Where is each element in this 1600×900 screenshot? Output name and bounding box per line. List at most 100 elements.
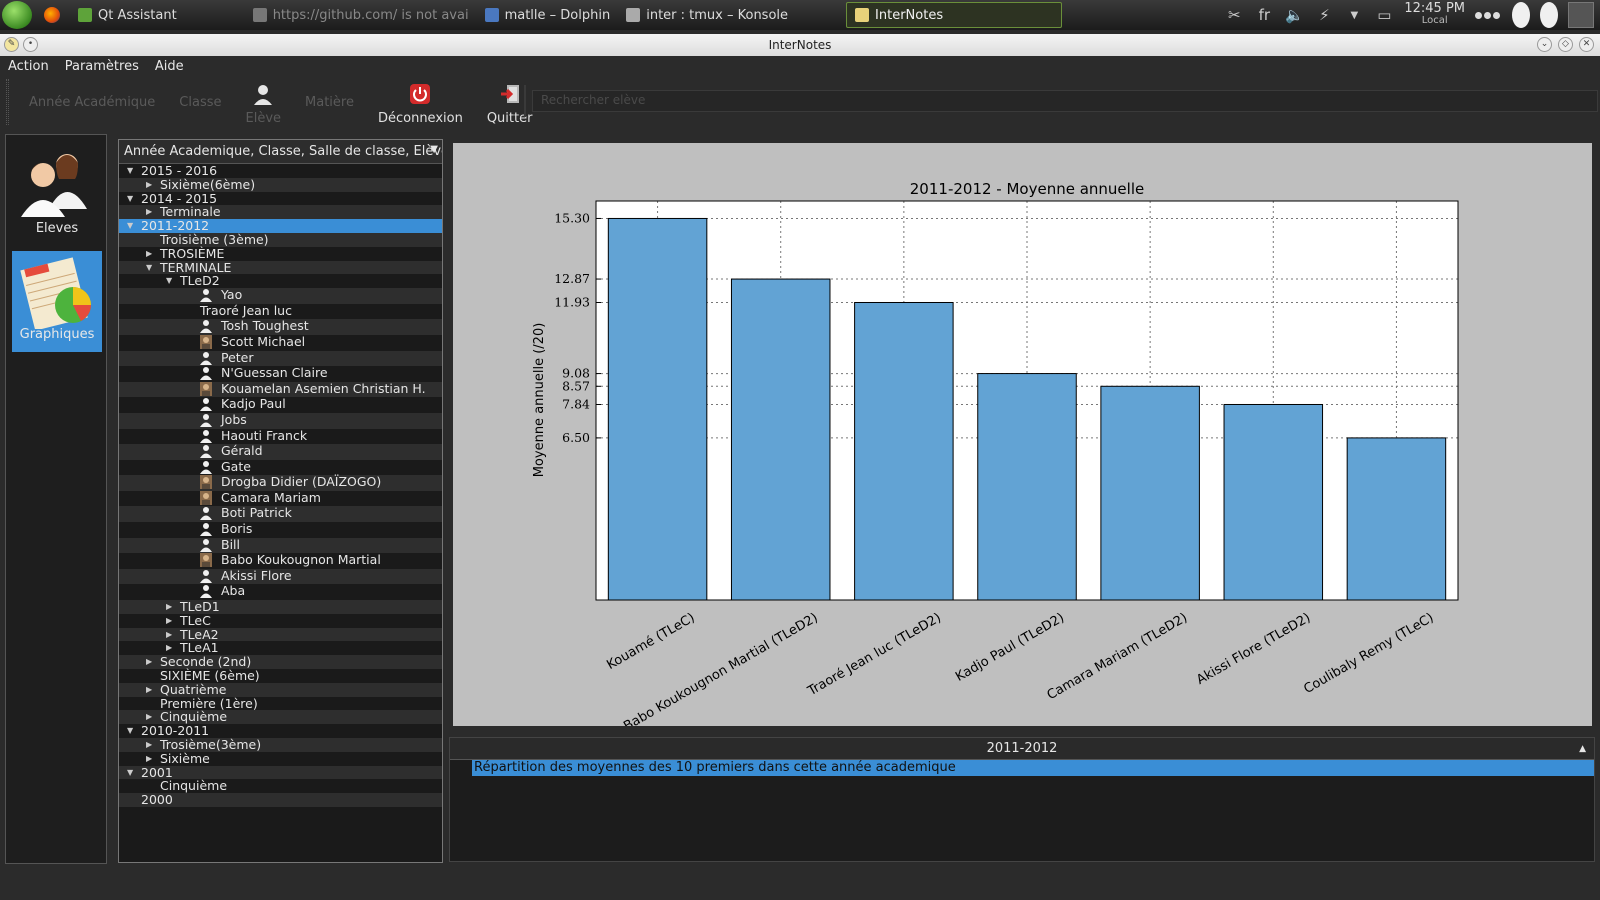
tree-node-row[interactable]: ▶ Terminale [119,205,442,220]
keyboard-layout-indicator[interactable]: fr [1254,6,1274,24]
search-input[interactable]: Rechercher elève [532,90,1598,112]
show-desktop-icon[interactable] [1568,2,1594,28]
tree-student-row[interactable]: Aba [119,584,442,600]
desktop-pager-2[interactable] [1540,2,1558,28]
collapse-arrow-icon[interactable]: ▼ [166,274,172,288]
tree-student-row[interactable]: Boris [119,522,442,538]
toolbar-grip[interactable] [6,79,9,125]
tree-node-row[interactable]: ▶ TLeC [119,613,442,628]
expand-arrow-icon[interactable]: ▶ [166,614,172,628]
collapse-arrow-icon[interactable]: ▼ [127,724,133,738]
tree-student-row[interactable]: Kadjo Paul [119,397,442,413]
expand-arrow-icon[interactable]: ▶ [166,600,172,614]
tree-student-row[interactable]: Kouamelan Asemien Christian H. [119,381,442,398]
tree-student-row[interactable]: Haouti Franck [119,428,442,445]
tray-expand-icon[interactable]: ▼ [1344,10,1364,21]
task-2[interactable]: matlle – Dolphin [477,2,619,28]
menu-parametres[interactable]: Paramètres [65,59,139,74]
expand-arrow-icon[interactable]: ▶ [166,628,172,642]
tree-node-row[interactable]: Troisième (3ème) [119,232,442,247]
tree-student-row[interactable]: N'Guessan Claire [119,366,442,382]
tree-student-row[interactable]: Akissi Flore [119,568,442,585]
tree-student-row[interactable]: Gate [119,459,442,476]
tree-student-row[interactable]: Yao [119,288,442,304]
collapse-arrow-icon[interactable]: ▼ [127,192,133,206]
firefox-icon[interactable] [44,7,60,23]
window-menu-icon[interactable]: ✎ [4,37,19,52]
tree-node-row[interactable]: 2000 [119,793,442,807]
expand-arrow-icon[interactable]: ▶ [146,247,152,261]
collapse-arrow-icon[interactable]: ▼ [127,219,133,233]
tree-node-row[interactable]: ▼ TERMINALE [119,260,442,275]
task-0[interactable]: Qt Assistant [70,2,185,28]
expand-arrow-icon[interactable]: ▶ [146,752,152,766]
tree-node-row[interactable]: ▼ TLeD2 [119,274,442,288]
task-4[interactable]: InterNotes [846,2,1063,28]
window-pin-icon[interactable]: • [23,37,38,52]
tree-student-row[interactable]: Traoré Jean luc [119,303,442,320]
minimize-icon[interactable]: ⌄ [1537,37,1552,52]
expand-arrow-icon[interactable]: ▶ [146,683,152,697]
tree-node-row[interactable]: ▼ 2014 - 2015 [119,191,442,206]
tree-view[interactable]: ▼ 2015 - 2016 ▶ Sixième(6ème) ▼ 2014 - 2015 ▶ T… [119,164,442,807]
graphiques-nav-item[interactable]: Graphiques [12,251,102,352]
more-icon[interactable] [1475,8,1502,23]
tree-node-row[interactable]: ▶ TROSIÈME [119,246,442,261]
collapse-arrow-icon[interactable]: ▼ [146,261,152,275]
volume-icon[interactable]: 🔈 [1284,6,1304,24]
menu-aide[interactable]: Aide [155,59,184,74]
expand-arrow-icon[interactable]: ▶ [146,655,152,669]
tree-student-row[interactable]: Drogba Didier (DAÏZOGO) [119,475,442,491]
application-launcher-icon[interactable] [2,1,32,29]
tools-icon[interactable]: ✂ [1224,6,1244,24]
tree-student-row[interactable]: Gérald [119,444,442,460]
tree-node-row[interactable]: ▼ 2001 [119,765,442,780]
battery-icon[interactable]: ▭ [1374,6,1394,24]
tree-student-row[interactable]: Boti Patrick [119,506,442,523]
tree-header[interactable]: Année Academique, Classe, Salle de class… [119,140,442,164]
tree-node-row[interactable]: SIXIÈME (6ème) [119,669,442,683]
tree-node-row[interactable]: ▶ Trosième(3ème) [119,738,442,752]
tree-node-row[interactable]: Cinquième [119,779,442,793]
chart-list-item[interactable]: Répartition des moyennes des 10 premiers… [472,760,1594,776]
tree-student-row[interactable]: Tosh Toughest [119,319,442,335]
clock[interactable]: 12:45 PM Local [1404,2,1465,27]
year-combobox[interactable]: 2011-2012 ▲ [450,738,1594,760]
task-3[interactable]: inter : tmux – Konsole [618,2,796,28]
maximize-icon[interactable]: ◇ [1558,37,1573,52]
tree-node-row[interactable]: ▼ 2010-2011 [119,724,442,738]
tree-node-row[interactable]: ▶ TLeD1 [119,600,442,614]
tree-student-row[interactable]: Camara Mariam [119,490,442,507]
tree-node-row[interactable]: ▶ Seconde (2nd) [119,655,442,670]
tree-node-row[interactable]: ▶ Cinquième [119,710,442,725]
tree-node-row[interactable]: ▶ Sixième [119,751,442,766]
tree-student-row[interactable]: Scott Michael [119,334,442,351]
tree-node-row[interactable]: ▶ Quatrième [119,682,442,697]
collapse-arrow-icon[interactable]: ▼ [127,164,133,178]
menu-action[interactable]: Action [8,59,49,74]
expand-arrow-icon[interactable]: ▶ [146,738,152,752]
annee-academique-button[interactable]: Année Académique [17,95,167,110]
tree-node-row[interactable]: ▼ 2015 - 2016 [119,164,442,178]
tree-node-row[interactable]: ▶ Sixième(6ème) [119,177,442,192]
eleves-nav-item[interactable]: Eleves [12,145,102,245]
tree-student-row[interactable]: Peter [119,350,442,367]
deconnexion-button[interactable]: Déconnexion [366,79,475,126]
tree-node-row[interactable]: ▶ TLeA1 [119,641,442,655]
classe-button[interactable]: Classe [167,95,233,110]
tree-student-row[interactable]: Babo Koukougnon Martial [119,553,442,569]
tree-node-row[interactable]: Première (1ère) [119,696,442,711]
network-icon[interactable]: ⚡ [1314,6,1334,24]
tree-node-row[interactable]: ▼ 2011-2012 [119,219,442,233]
task-1[interactable]: https://github.com/ is not avai [245,2,477,28]
tree-node-row[interactable]: ▶ TLeA2 [119,627,442,642]
tree-student-row[interactable]: Jobs [119,412,442,429]
expand-arrow-icon[interactable]: ▶ [146,178,152,192]
tree-student-row[interactable]: Bill [119,537,442,554]
window-titlebar[interactable]: ✎ • InterNotes ⌄ ◇ ✕ [0,34,1600,56]
collapse-arrow-icon[interactable]: ▼ [127,766,133,780]
matiere-button[interactable]: Matière [293,95,366,110]
eleve-button[interactable]: Elève [234,79,294,126]
desktop-pager-1[interactable] [1512,2,1530,28]
close-icon[interactable]: ✕ [1579,37,1594,52]
